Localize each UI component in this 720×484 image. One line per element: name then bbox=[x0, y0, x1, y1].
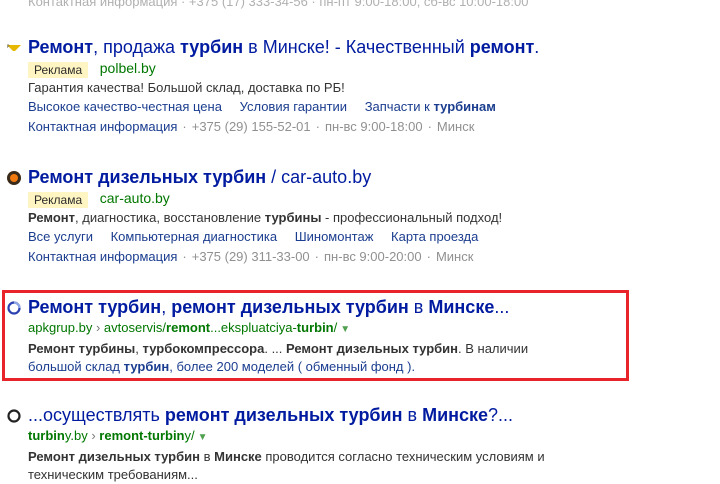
text-fragment: ...осуществлять bbox=[28, 405, 165, 425]
bold-fragment: Ремонт дизельных турбин bbox=[286, 341, 459, 356]
text-fragment: ?... bbox=[488, 405, 514, 425]
text-fragment: / bbox=[333, 320, 338, 335]
sitelink-quality[interactable]: Высокое качество-честная цена bbox=[28, 99, 222, 114]
search-result-4: ...осуществлять ремонт дизельных турбин … bbox=[7, 404, 648, 484]
bold-fragment: Ремонт турбины bbox=[28, 341, 136, 356]
turbiny-circle-icon bbox=[7, 409, 21, 423]
bold-fragment: Ремонт турбин bbox=[28, 297, 162, 317]
bold-fragment: турбин bbox=[180, 37, 244, 57]
bold-fragment: Ремонт дизельных турбин bbox=[28, 167, 267, 187]
result-title-link[interactable]: Ремонт дизельных турбин / car-auto.by bbox=[28, 166, 648, 188]
result-snippet-line-1: Ремонт дизельных турбин в Минске проводи… bbox=[28, 448, 648, 466]
bold-fragment: Ремонт bbox=[28, 37, 94, 57]
sitelink-parts-bold: турбинам bbox=[433, 99, 496, 114]
bold-fragment: turbin bbox=[296, 320, 334, 335]
bold-fragment: Минске bbox=[428, 297, 495, 317]
bold-fragment: турбины bbox=[264, 210, 322, 225]
text-fragment: , bbox=[161, 297, 172, 317]
contact-info-link[interactable]: Контактная информация bbox=[28, 249, 177, 264]
ad-badge: Реклама bbox=[28, 191, 89, 208]
text-fragment: - профессиональный подход! bbox=[321, 210, 503, 225]
city-label: Минск bbox=[436, 119, 475, 134]
phone-number: +375 (29) 155-52-01 bbox=[191, 119, 311, 134]
text-fragment: в bbox=[408, 297, 429, 317]
text-fragment: ...eksplu­atciya- bbox=[210, 320, 297, 335]
result-url[interactable]: turbiny.by › remont-turbiny/ bbox=[28, 428, 195, 443]
bold-fragment: ремонт дизельных турбин bbox=[171, 297, 409, 317]
search-result-3: Ремонт турбин, ремонт дизельных турбин в… bbox=[7, 296, 648, 376]
bold-fragment: Минске bbox=[422, 405, 489, 425]
text-fragment: , более 200 моделей ( обменный фонд ). bbox=[169, 359, 416, 374]
opening-hours: пн-вс 9:00-20:00 bbox=[324, 249, 422, 264]
text-fragment: в bbox=[200, 449, 215, 464]
sitelink-diagnostics[interactable]: Компьютерная диагностика bbox=[111, 229, 278, 244]
text-fragment: , bbox=[135, 341, 143, 356]
result-title-link[interactable]: Ремонт, продажа турбин в Минске! - Качес… bbox=[28, 36, 648, 58]
result-url[interactable]: apkgrup.by › avtoservis/remont...eksplu­… bbox=[28, 320, 337, 335]
bold-fragment: ремонт дизельных турбин bbox=[164, 405, 403, 425]
sitelink-parts[interactable]: Запчасти к турбинам bbox=[365, 99, 496, 114]
text-fragment: , продажа bbox=[93, 37, 181, 57]
bold-fragment: turbin bbox=[28, 428, 65, 443]
text-fragment: y/ bbox=[184, 428, 195, 443]
text-fragment: в Минске! - Качественный bbox=[243, 37, 470, 57]
opening-hours: пн-вс 9:00-18:00 bbox=[324, 119, 423, 134]
top-contact-line: Контактная информация · +375 (17) 333-34… bbox=[28, 0, 529, 9]
text-fragment: , диагностика, восстановление bbox=[75, 210, 265, 225]
contact-info-link[interactable]: Контактная информация bbox=[28, 119, 177, 134]
text-fragment: . В наличии bbox=[458, 341, 529, 356]
bold-fragment: Ремонт bbox=[28, 210, 76, 225]
phone-number: +375 (29) 311-33-00 bbox=[191, 249, 310, 264]
text-fragment: . ... bbox=[264, 341, 287, 356]
text-fragment: большой склад bbox=[28, 359, 124, 374]
text-fragment: › bbox=[87, 428, 100, 443]
result-title-link[interactable]: Ремонт турбин, ремонт дизельных турбин в… bbox=[28, 296, 648, 318]
text-fragment: ... bbox=[494, 297, 510, 317]
result-domain-link[interactable]: polbel.by bbox=[100, 60, 156, 76]
url-menu-arrow-icon[interactable]: ▼ bbox=[198, 432, 208, 443]
result-snippet: Ремонт, диагностика, восстановление турб… bbox=[28, 209, 648, 227]
text-fragment: apkgrup.by bbox=[28, 320, 93, 335]
text-fragment: avtoservis/ bbox=[103, 320, 167, 335]
search-result-1: P Ремонт, продажа турбин в Минске! - Кач… bbox=[7, 36, 648, 137]
bold-fragment: Минске bbox=[214, 449, 262, 464]
text-fragment: / car-auto.by bbox=[266, 167, 372, 187]
sitelink-all-services[interactable]: Все услуги bbox=[28, 229, 93, 244]
text-fragment: . bbox=[534, 37, 540, 57]
ad-badge: Реклама bbox=[28, 61, 89, 78]
polbel-logo-icon: P bbox=[7, 44, 21, 51]
bold-fragment: ремонт bbox=[469, 37, 535, 57]
bold-fragment: remont bbox=[166, 320, 211, 335]
bold-fragment: remont-turbin bbox=[99, 428, 185, 443]
sitelink-tires[interactable]: Шиномонтаж bbox=[295, 229, 374, 244]
result-snippet-line-2: техническим требованиям... bbox=[28, 466, 648, 484]
result-snippet-line-1: Ремонт турбины, турбокомпрессора. ... Ре… bbox=[28, 340, 648, 358]
url-menu-arrow-icon[interactable]: ▼ bbox=[340, 324, 350, 335]
text-fragment: в bbox=[402, 405, 423, 425]
bold-fragment: Ремонт дизельных турбин bbox=[28, 449, 200, 464]
text-fragment: y.by bbox=[64, 428, 88, 443]
sitelink-parts-text: Запчасти к bbox=[364, 99, 434, 114]
sitelink-map[interactable]: Карта проезда bbox=[391, 229, 478, 244]
text-fragment: проводится согласно техническим условиям… bbox=[261, 449, 545, 464]
bold-fragment: турбин bbox=[123, 359, 170, 374]
city-label: Минск bbox=[435, 249, 474, 264]
result-domain-link[interactable]: car-auto.by bbox=[100, 190, 170, 206]
car-auto-logo-icon bbox=[7, 171, 21, 185]
bold-fragment: турбокомпрессора bbox=[142, 341, 265, 356]
result-snippet: Гарантия качества! Большой склад, достав… bbox=[28, 80, 345, 95]
result-snippet-line-2: большой склад турбин, более 200 моделей … bbox=[28, 358, 648, 376]
apkgrup-circle-icon bbox=[7, 301, 21, 315]
text-fragment: › bbox=[92, 320, 104, 335]
search-result-2: Ремонт дизельных турбин / car-auto.by Ре… bbox=[7, 166, 648, 267]
sitelink-warranty[interactable]: Условия гарантии bbox=[240, 99, 347, 114]
result-title-link[interactable]: ...осуществлять ремонт дизельных турбин … bbox=[28, 404, 648, 426]
